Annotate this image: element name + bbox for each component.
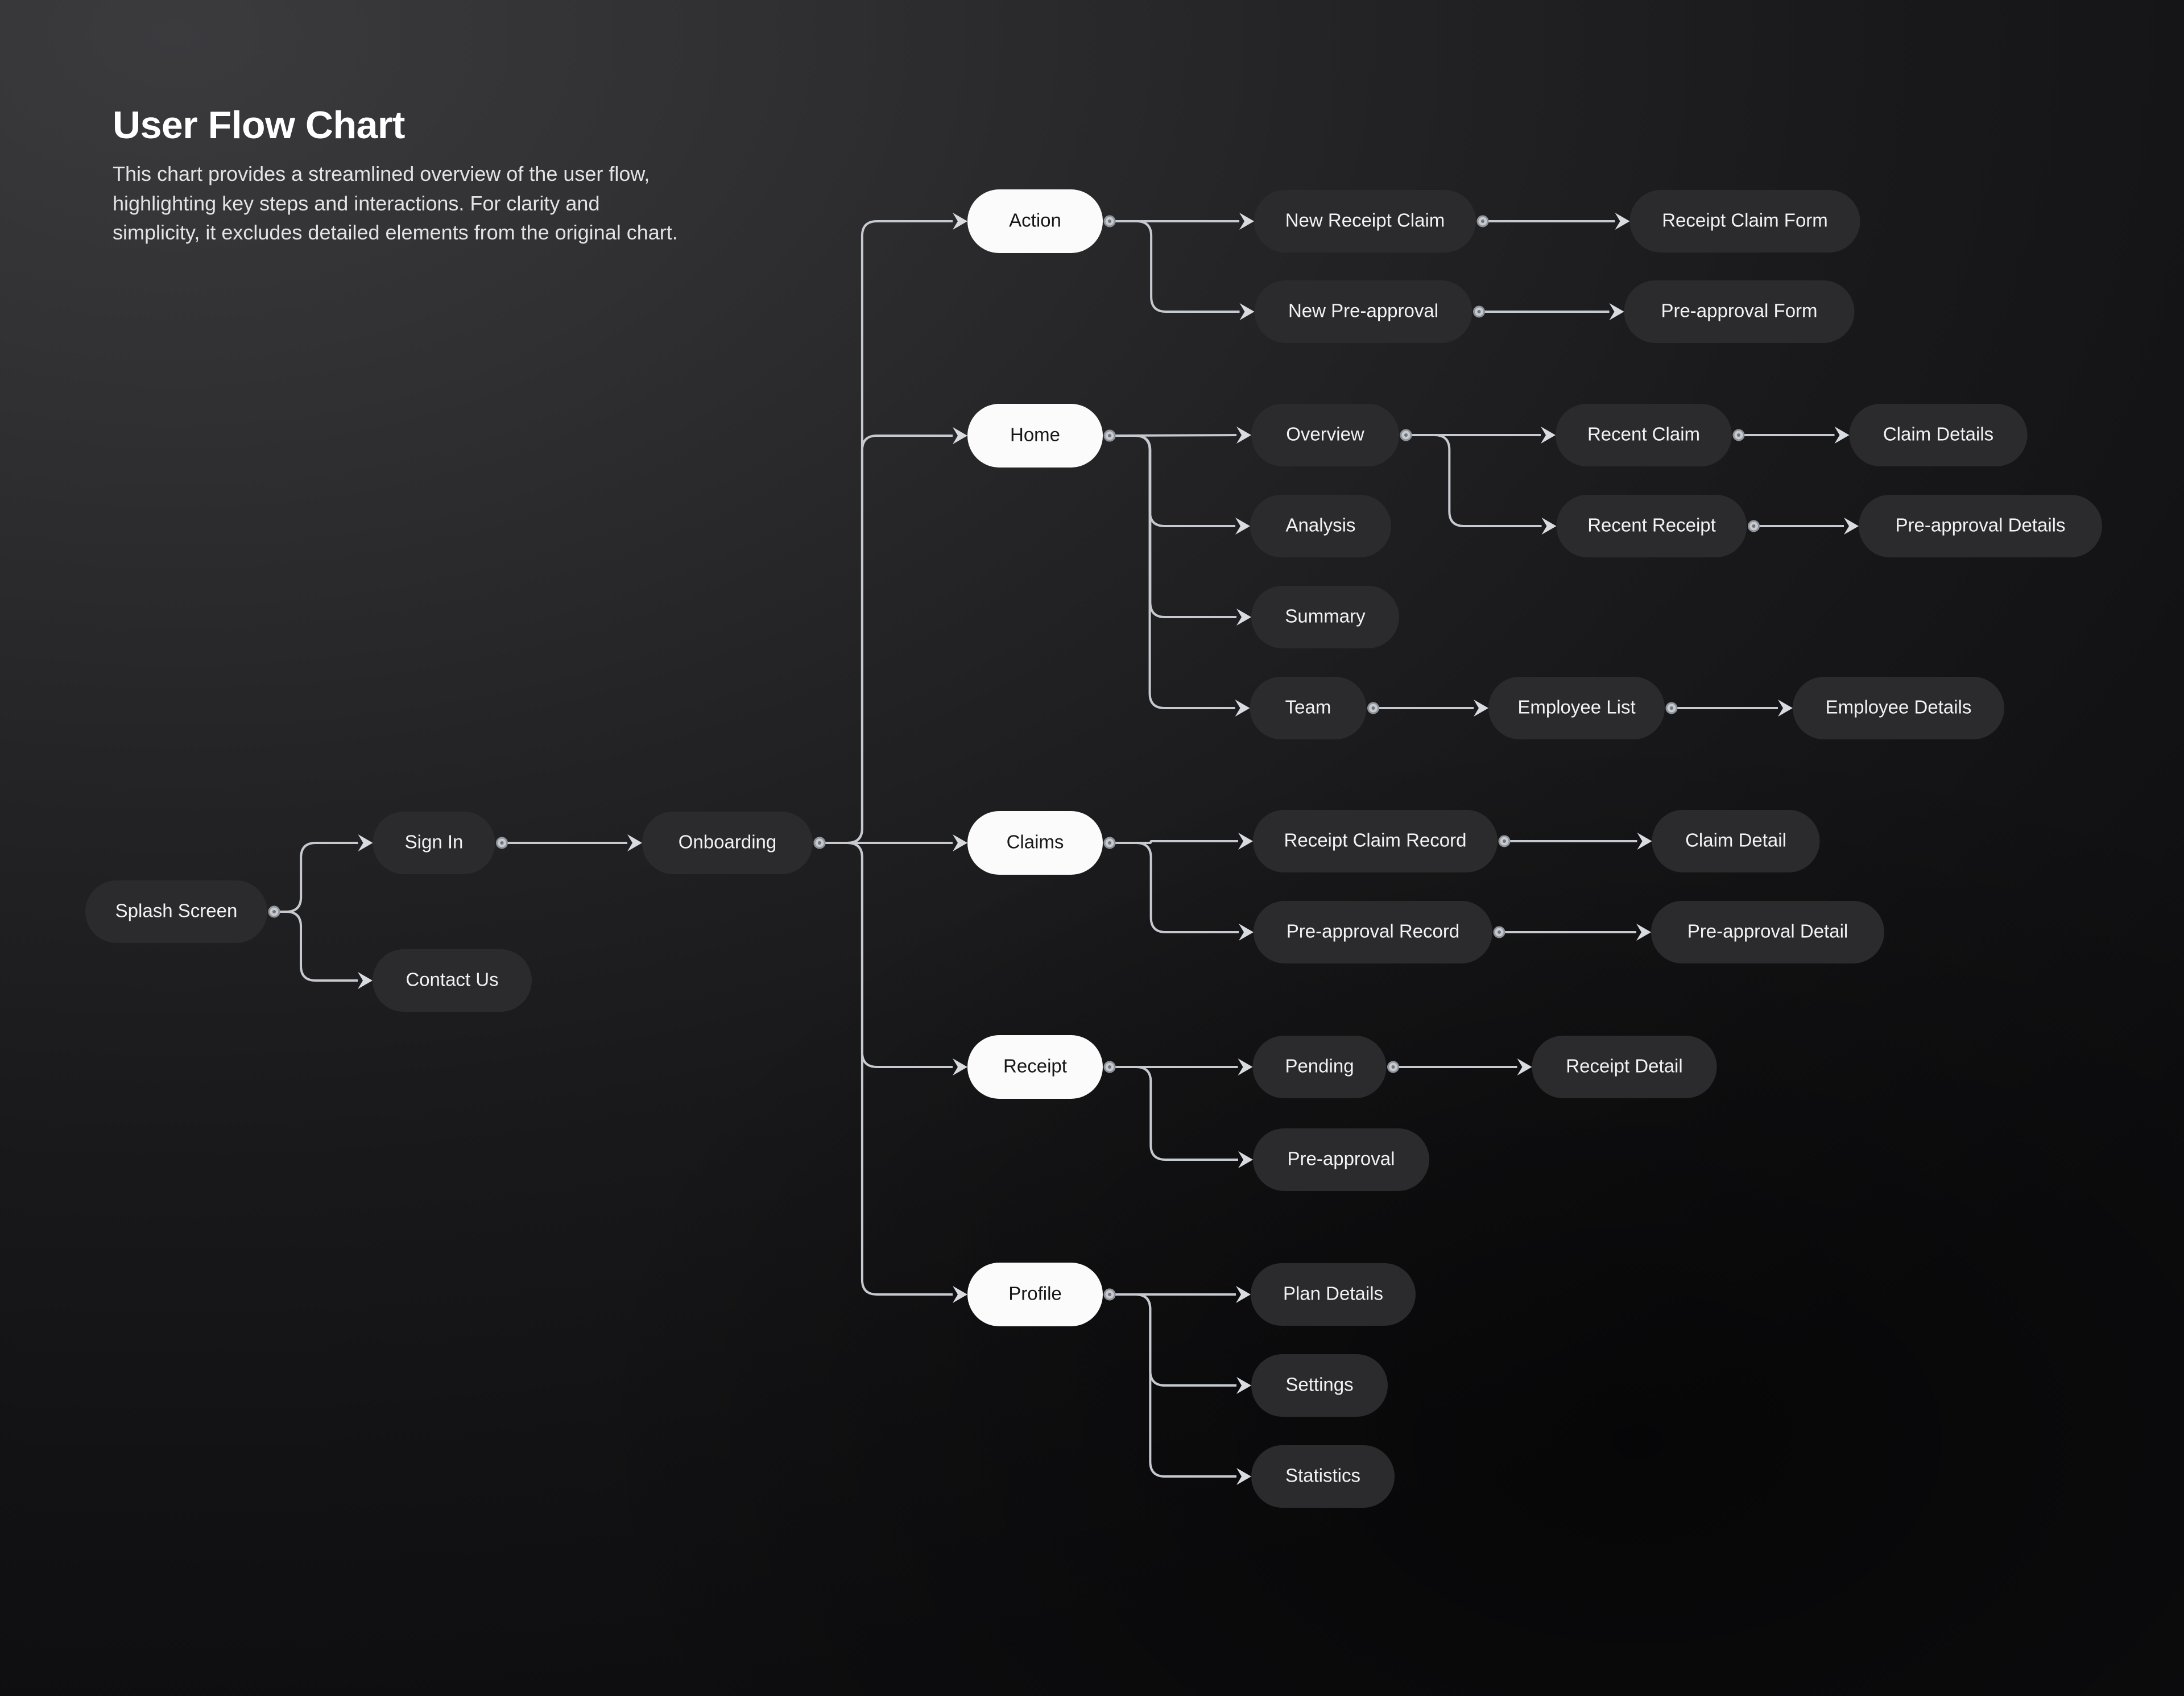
user-flow-diagram: Splash Screen Sign In Contact Us Onboarding… — [85, 189, 2102, 1508]
flow-edge — [268, 834, 373, 918]
flow-edge — [813, 213, 967, 849]
flow-edge — [1103, 215, 1255, 320]
flow-edge — [813, 837, 967, 1303]
node-label: Pre-approval Detail — [1687, 921, 1848, 942]
node-label: Splash Screen — [115, 900, 238, 921]
flow-node-newpreapproval[interactable]: New Pre-approval — [1254, 280, 1472, 343]
node-label: Employee List — [1517, 697, 1635, 718]
flow-edge — [1665, 700, 1793, 717]
flow-edge — [1387, 1058, 1532, 1075]
flow-edge — [1103, 429, 1250, 717]
node-label: Recent Claim — [1587, 424, 1700, 445]
node-label: Analysis — [1286, 515, 1356, 536]
flow-edge — [1103, 1288, 1251, 1485]
node-label: New Pre-approval — [1288, 300, 1438, 321]
flow-edge — [1103, 833, 1253, 850]
flow-node-settings[interactable]: Settings — [1251, 1354, 1388, 1417]
flow-node-receiptclaimrecord[interactable]: Receipt Claim Record — [1253, 810, 1498, 872]
flow-node-onboarding[interactable]: Onboarding — [642, 812, 813, 874]
flow-node-team[interactable]: Team — [1250, 677, 1367, 739]
flow-edge — [1732, 427, 1850, 444]
flow-node-receiptdetail[interactable]: Receipt Detail — [1532, 1036, 1717, 1098]
node-label: Contact Us — [406, 969, 498, 990]
node-label: Onboarding — [679, 832, 776, 853]
node-label: Employee Details — [1826, 697, 1972, 718]
flow-node-claimdetail[interactable]: Claim Detail — [1652, 810, 1820, 872]
flow-edge — [1473, 303, 1624, 320]
flow-edge — [1367, 700, 1488, 717]
node-label: Pre-approval Form — [1661, 300, 1817, 321]
node-label: Recent Receipt — [1587, 515, 1716, 536]
node-label: Receipt — [1003, 1056, 1067, 1077]
flow-node-summary[interactable]: Summary — [1251, 586, 1399, 648]
node-label: Overview — [1286, 424, 1364, 445]
node-label: Receipt Claim Record — [1284, 830, 1467, 851]
flow-node-claims[interactable]: Claims — [967, 811, 1103, 875]
flow-edge — [1103, 837, 1254, 941]
flow-edge — [1103, 429, 1250, 535]
flow-node-employeelist[interactable]: Employee List — [1488, 677, 1665, 739]
node-label: Pre-approval Record — [1287, 921, 1459, 942]
flow-node-signin[interactable]: Sign In — [373, 812, 495, 874]
flow-edge — [1498, 833, 1652, 850]
flow-node-preapproval[interactable]: Pre-approval — [1253, 1128, 1429, 1191]
flow-node-recentreceipt[interactable]: Recent Receipt — [1556, 495, 1747, 557]
flow-node-newreceiptclaim[interactable]: New Receipt Claim — [1254, 190, 1476, 253]
node-label: Summary — [1285, 606, 1366, 627]
node-label: Plan Details — [1283, 1283, 1383, 1304]
flow-node-claimdetails[interactable]: Claim Details — [1849, 404, 2028, 466]
flow-node-action[interactable]: Action — [967, 189, 1103, 253]
flow-edge — [1103, 429, 1251, 626]
flow-edge — [1493, 924, 1651, 941]
node-label: Receipt Claim Form — [1662, 210, 1828, 231]
node-label: Receipt Detail — [1566, 1056, 1682, 1077]
flow-node-statistics[interactable]: Statistics — [1251, 1445, 1395, 1508]
node-label: Pre-approval — [1288, 1148, 1395, 1169]
flow-node-home[interactable]: Home — [967, 404, 1103, 468]
flow-node-preapprovaldetail[interactable]: Pre-approval Detail — [1651, 901, 1884, 963]
node-label: Claim Detail — [1685, 830, 1786, 851]
node-label: Home — [1010, 424, 1060, 445]
node-label: Pending — [1285, 1056, 1354, 1077]
flow-node-analysis[interactable]: Analysis — [1250, 495, 1391, 557]
node-label: New Receipt Claim — [1285, 210, 1445, 231]
flow-node-recentclaim[interactable]: Recent Claim — [1556, 404, 1732, 466]
flow-edge — [1103, 1288, 1251, 1394]
flow-edge — [813, 837, 967, 1075]
flow-edge — [1400, 429, 1557, 535]
nodes-layer: Splash Screen Sign In Contact Us Onboarding… — [85, 189, 2102, 1508]
flow-node-receiptclaimform[interactable]: Receipt Claim Form — [1629, 190, 1860, 253]
flow-node-preapprovaldetails[interactable]: Pre-approval Details — [1859, 495, 2102, 557]
node-label: Settings — [1285, 1374, 1353, 1395]
flow-node-overview[interactable]: Overview — [1251, 404, 1399, 466]
flow-edge — [1103, 1061, 1253, 1168]
flow-node-employeedetails[interactable]: Employee Details — [1793, 677, 2004, 739]
flow-edge — [813, 427, 967, 849]
flow-node-pending[interactable]: Pending — [1252, 1036, 1387, 1098]
node-label: Action — [1009, 210, 1061, 231]
flow-node-profile[interactable]: Profile — [967, 1263, 1103, 1326]
flow-node-plandetails[interactable]: Plan Details — [1251, 1263, 1416, 1326]
node-label: Profile — [1008, 1283, 1062, 1304]
node-label: Claim Details — [1883, 424, 1993, 445]
node-label: Statistics — [1285, 1465, 1360, 1486]
flow-node-preapprovalrecord[interactable]: Pre-approval Record — [1254, 901, 1492, 963]
flow-node-splash[interactable]: Splash Screen — [85, 880, 267, 943]
flow-edge — [1748, 518, 1859, 535]
flow-edge — [496, 834, 642, 851]
node-label: Team — [1285, 697, 1331, 718]
node-label: Pre-approval Details — [1896, 515, 2066, 536]
node-label: Sign In — [405, 832, 464, 853]
flow-edge — [268, 905, 373, 989]
flow-node-contact[interactable]: Contact Us — [373, 949, 532, 1012]
flow-edge — [1476, 213, 1630, 230]
flow-node-preapprovalform[interactable]: Pre-approval Form — [1624, 280, 1855, 343]
flow-node-receipt[interactable]: Receipt — [967, 1035, 1103, 1099]
node-label: Claims — [1007, 832, 1064, 853]
